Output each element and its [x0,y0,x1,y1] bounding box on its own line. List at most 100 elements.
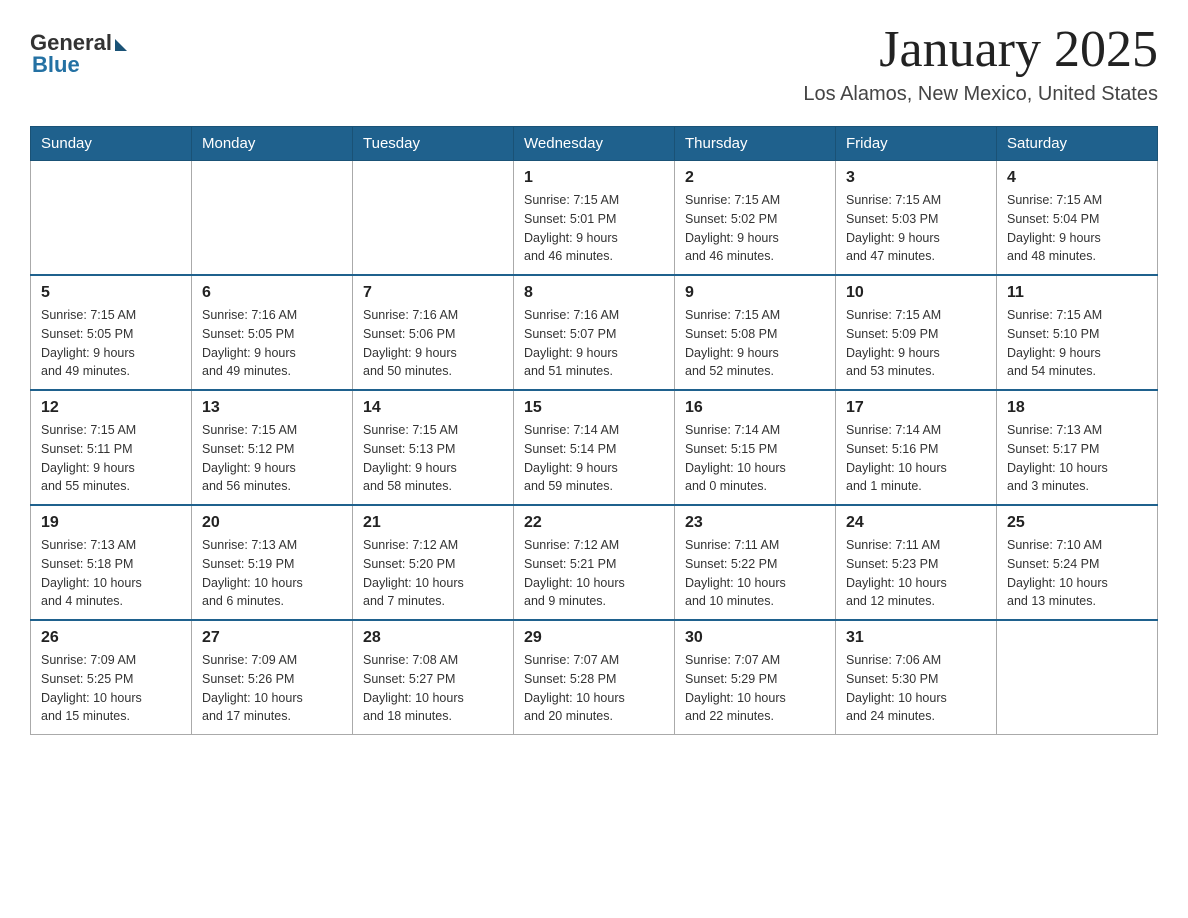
calendar-cell: 4 Sunrise: 7:15 AMSunset: 5:04 PMDaylight… [997,161,1158,276]
calendar-cell: 19Sunrise: 7:13 AMSunset: 5:18 PMDayligh… [31,505,192,620]
day-number: 19 [41,514,181,532]
day-number: 13 [202,399,342,417]
location-title: Los Alamos, New Mexico, United States [803,83,1158,106]
calendar-cell: 13 Sunrise: 7:15 AMSunset: 5:12 PMDayligh… [192,390,353,505]
day-number: 17 [846,399,986,417]
day-info: Sunrise: 7:15 AMSunset: 5:01 PMDaylight:… [524,191,664,266]
day-info: Sunrise: 7:15 AMSunset: 5:08 PMDaylight:… [685,306,825,381]
calendar-week-row: 19Sunrise: 7:13 AMSunset: 5:18 PMDayligh… [31,505,1158,620]
calendar-cell: 9 Sunrise: 7:15 AMSunset: 5:08 PMDaylight… [675,275,836,390]
day-info: Sunrise: 7:08 AMSunset: 5:27 PMDaylight:… [363,651,503,726]
calendar-cell: 11Sunrise: 7:15 AMSunset: 5:10 PMDayligh… [997,275,1158,390]
calendar-week-row: 12 Sunrise: 7:15 AMSunset: 5:11 PMDayligh… [31,390,1158,505]
day-number: 7 [363,284,503,302]
day-number: 29 [524,629,664,647]
day-info: Sunrise: 7:14 AMSunset: 5:14 PMDaylight:… [524,421,664,496]
day-info: Sunrise: 7:15 AMSunset: 5:02 PMDaylight:… [685,191,825,266]
calendar-cell: 2 Sunrise: 7:15 AMSunset: 5:02 PMDaylight… [675,161,836,276]
calendar-cell: 31 Sunrise: 7:06 AMSunset: 5:30 PMDayligh… [836,620,997,735]
calendar-cell: 14 Sunrise: 7:15 AMSunset: 5:13 PMDayligh… [353,390,514,505]
calendar-cell: 5 Sunrise: 7:15 AMSunset: 5:05 PMDaylight… [31,275,192,390]
calendar-cell: 3Sunrise: 7:15 AMSunset: 5:03 PMDaylight… [836,161,997,276]
calendar-cell: 8 Sunrise: 7:16 AMSunset: 5:07 PMDaylight… [514,275,675,390]
weekday-header-friday: Friday [836,127,997,161]
calendar-week-row: 1Sunrise: 7:15 AMSunset: 5:01 PMDaylight… [31,161,1158,276]
weekday-header-saturday: Saturday [997,127,1158,161]
calendar-cell: 15 Sunrise: 7:14 AMSunset: 5:14 PMDayligh… [514,390,675,505]
day-number: 5 [41,284,181,302]
calendar-cell: 20 Sunrise: 7:13 AMSunset: 5:19 PMDayligh… [192,505,353,620]
calendar-cell: 26 Sunrise: 7:09 AMSunset: 5:25 PMDayligh… [31,620,192,735]
day-info: Sunrise: 7:09 AMSunset: 5:25 PMDaylight:… [41,651,181,726]
day-info: Sunrise: 7:10 AMSunset: 5:24 PMDaylight:… [1007,536,1147,611]
day-number: 28 [363,629,503,647]
day-number: 16 [685,399,825,417]
day-number: 15 [524,399,664,417]
logo-blue-text: Blue [30,52,80,78]
day-info: Sunrise: 7:15 AMSunset: 5:11 PMDaylight:… [41,421,181,496]
calendar-cell: 27 Sunrise: 7:09 AMSunset: 5:26 PMDayligh… [192,620,353,735]
day-number: 22 [524,514,664,532]
day-number: 4 [1007,169,1147,187]
day-info: Sunrise: 7:15 AMSunset: 5:10 PMDaylight:… [1007,306,1147,381]
day-number: 10 [846,284,986,302]
weekday-header-monday: Monday [192,127,353,161]
calendar-cell: 30 Sunrise: 7:07 AMSunset: 5:29 PMDayligh… [675,620,836,735]
day-number: 24 [846,514,986,532]
day-info: Sunrise: 7:13 AMSunset: 5:17 PMDaylight:… [1007,421,1147,496]
day-number: 6 [202,284,342,302]
day-number: 8 [524,284,664,302]
day-info: Sunrise: 7:15 AMSunset: 5:09 PMDaylight:… [846,306,986,381]
day-info: Sunrise: 7:09 AMSunset: 5:26 PMDaylight:… [202,651,342,726]
calendar-cell: 1Sunrise: 7:15 AMSunset: 5:01 PMDaylight… [514,161,675,276]
calendar-cell [353,161,514,276]
calendar-cell [997,620,1158,735]
logo-arrow-icon [115,39,127,51]
day-number: 27 [202,629,342,647]
day-info: Sunrise: 7:12 AMSunset: 5:20 PMDaylight:… [363,536,503,611]
weekday-header-wednesday: Wednesday [514,127,675,161]
calendar-cell: 29Sunrise: 7:07 AMSunset: 5:28 PMDayligh… [514,620,675,735]
calendar-cell: 12 Sunrise: 7:15 AMSunset: 5:11 PMDayligh… [31,390,192,505]
day-number: 20 [202,514,342,532]
weekday-header-thursday: Thursday [675,127,836,161]
day-number: 18 [1007,399,1147,417]
day-info: Sunrise: 7:06 AMSunset: 5:30 PMDaylight:… [846,651,986,726]
day-info: Sunrise: 7:15 AMSunset: 5:13 PMDaylight:… [363,421,503,496]
calendar-cell [192,161,353,276]
day-number: 25 [1007,514,1147,532]
day-info: Sunrise: 7:16 AMSunset: 5:07 PMDaylight:… [524,306,664,381]
day-info: Sunrise: 7:11 AMSunset: 5:22 PMDaylight:… [685,536,825,611]
day-number: 31 [846,629,986,647]
header: General Blue January 2025 Los Alamos, Ne… [30,20,1158,106]
day-info: Sunrise: 7:07 AMSunset: 5:29 PMDaylight:… [685,651,825,726]
day-info: Sunrise: 7:15 AMSunset: 5:12 PMDaylight:… [202,421,342,496]
calendar-week-row: 5 Sunrise: 7:15 AMSunset: 5:05 PMDaylight… [31,275,1158,390]
calendar-week-row: 26 Sunrise: 7:09 AMSunset: 5:25 PMDayligh… [31,620,1158,735]
day-info: Sunrise: 7:14 AMSunset: 5:16 PMDaylight:… [846,421,986,496]
day-info: Sunrise: 7:12 AMSunset: 5:21 PMDaylight:… [524,536,664,611]
calendar-cell: 17 Sunrise: 7:14 AMSunset: 5:16 PMDayligh… [836,390,997,505]
weekday-header-sunday: Sunday [31,127,192,161]
day-info: Sunrise: 7:14 AMSunset: 5:15 PMDaylight:… [685,421,825,496]
calendar-cell: 16 Sunrise: 7:14 AMSunset: 5:15 PMDayligh… [675,390,836,505]
day-number: 12 [41,399,181,417]
weekday-header-row: SundayMondayTuesdayWednesdayThursdayFrid… [31,127,1158,161]
day-number: 30 [685,629,825,647]
calendar-cell: 25 Sunrise: 7:10 AMSunset: 5:24 PMDayligh… [997,505,1158,620]
day-info: Sunrise: 7:15 AMSunset: 5:05 PMDaylight:… [41,306,181,381]
calendar-cell: 21Sunrise: 7:12 AMSunset: 5:20 PMDayligh… [353,505,514,620]
day-number: 23 [685,514,825,532]
calendar-cell: 10 Sunrise: 7:15 AMSunset: 5:09 PMDayligh… [836,275,997,390]
calendar-cell: 6Sunrise: 7:16 AMSunset: 5:05 PMDaylight… [192,275,353,390]
day-info: Sunrise: 7:13 AMSunset: 5:19 PMDaylight:… [202,536,342,611]
day-number: 2 [685,169,825,187]
calendar-cell: 7Sunrise: 7:16 AMSunset: 5:06 PMDaylight… [353,275,514,390]
calendar-cell: 23 Sunrise: 7:11 AMSunset: 5:22 PMDayligh… [675,505,836,620]
calendar-cell: 28 Sunrise: 7:08 AMSunset: 5:27 PMDayligh… [353,620,514,735]
day-number: 3 [846,169,986,187]
day-number: 14 [363,399,503,417]
day-info: Sunrise: 7:15 AMSunset: 5:04 PMDaylight:… [1007,191,1147,266]
day-number: 9 [685,284,825,302]
day-number: 26 [41,629,181,647]
